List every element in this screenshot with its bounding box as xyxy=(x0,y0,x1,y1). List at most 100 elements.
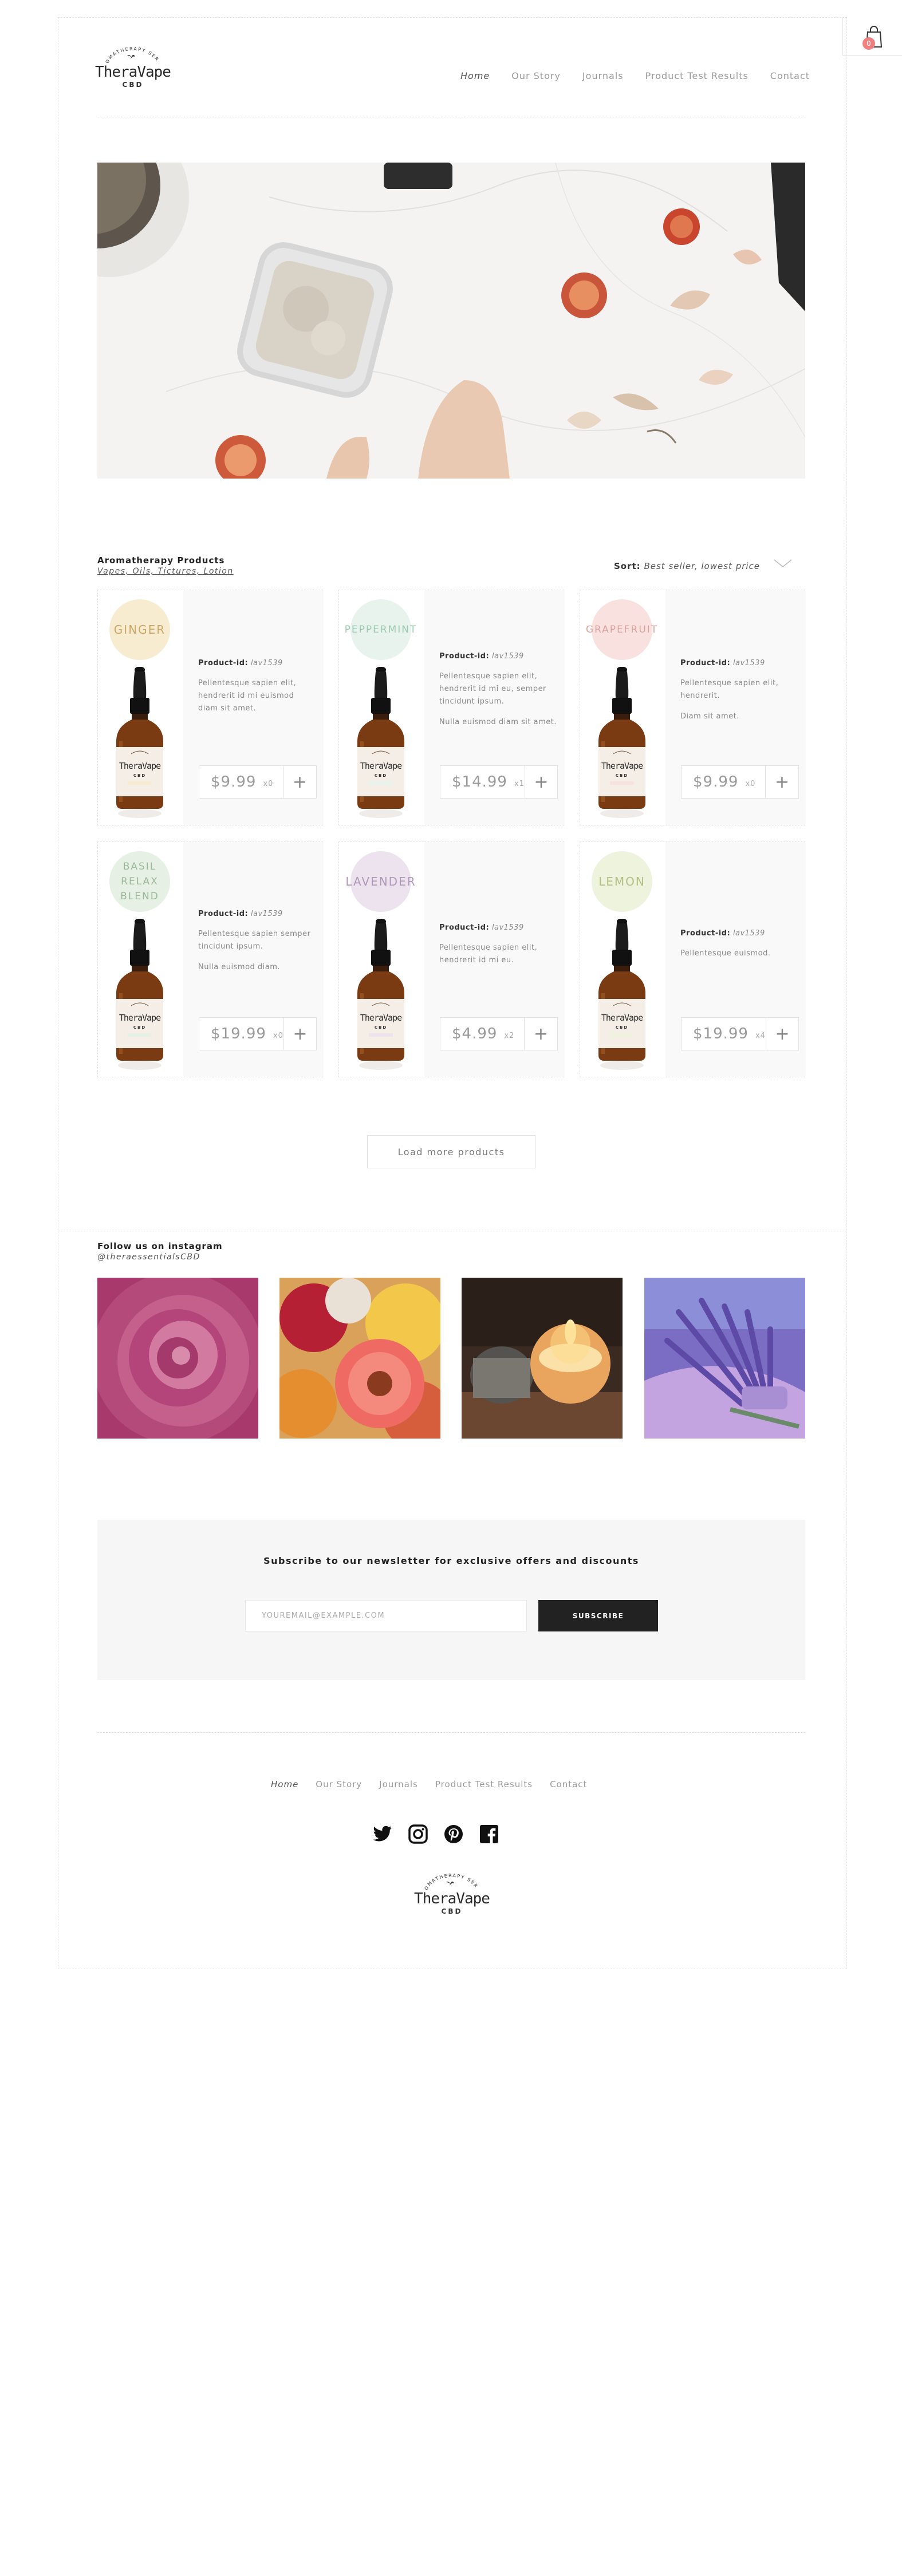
logo-brand: TheraVape xyxy=(95,64,171,81)
products-subtitle[interactable]: Vapes, Oils, Tictures, Lotion xyxy=(97,567,234,576)
product-price: $19.99 x0 xyxy=(199,1018,283,1050)
price-amount: $14.99 xyxy=(452,773,507,791)
product-price: $4.99 x2 xyxy=(440,1018,524,1050)
product-id: Product-id: lav1539 xyxy=(680,929,765,938)
sort-control[interactable]: Sort: Best seller, lowest price xyxy=(614,561,760,571)
svg-text:CBD: CBD xyxy=(375,773,387,778)
header-logo[interactable]: AROMATHERAPY SERIES TheraVape CBD xyxy=(93,44,173,89)
product-price: $9.99 x0 xyxy=(199,766,283,798)
price-amount: $19.99 xyxy=(211,1025,266,1042)
footer-nav-product-test-results[interactable]: Product Test Results xyxy=(435,1779,533,1789)
footer-nav-home[interactable]: Home xyxy=(271,1779,298,1789)
add-to-cart-button[interactable]: + xyxy=(524,766,557,798)
cart-quantity: x0 xyxy=(263,779,274,788)
product-description: Pellentesque sapien semper tincidunt ips… xyxy=(198,928,316,974)
product-id-label: Product-id: xyxy=(680,659,731,667)
product-id-value: lav1539 xyxy=(491,652,524,661)
load-more-button[interactable]: Load more products xyxy=(367,1135,535,1168)
product-name: GRAPEFRUIT xyxy=(585,624,659,635)
price-box: $19.99 x4 + xyxy=(681,1017,799,1050)
product-card[interactable]: BASIL RELAX BLEND TheraVape CBD Product-… xyxy=(97,841,324,1077)
add-to-cart-button[interactable]: + xyxy=(765,1018,798,1050)
cart-quantity: x4 xyxy=(755,1031,766,1040)
price-box: $14.99 x1 + xyxy=(440,765,558,799)
pinterest-icon[interactable] xyxy=(443,1824,464,1844)
product-description-line: Pellentesque sapien elit, hendrerit. xyxy=(680,679,779,700)
cart-count-badge: 0 xyxy=(862,37,875,50)
svg-text:CBD: CBD xyxy=(616,773,628,778)
newsletter-section: Subscribe to our newsletter for exclusiv… xyxy=(97,1520,805,1680)
newsletter-email-input[interactable] xyxy=(245,1600,527,1631)
cart-button[interactable]: 0 xyxy=(842,18,902,56)
product-card[interactable]: PEPPERMINT TheraVape CBD Product-id: lav… xyxy=(338,590,565,825)
product-description-extra: Nulla euismod diam sit amet. xyxy=(439,718,557,726)
dropper-bottle-image: TheraVape CBD xyxy=(357,919,404,1070)
nav-journals[interactable]: Journals xyxy=(582,70,624,81)
logo-arc: AROMATHERAPY SERIES xyxy=(99,44,160,64)
product-description: Pellentesque sapien elit, hendrerit id m… xyxy=(439,670,557,729)
price-box: $19.99 x0 + xyxy=(199,1017,317,1050)
svg-text:TheraVape: TheraVape xyxy=(601,761,643,771)
footer-logo[interactable]: AROMATHERAPY SERIES TheraVape CBD xyxy=(412,1871,492,1915)
product-id-label: Product-id: xyxy=(198,659,249,667)
instagram-icon[interactable] xyxy=(408,1824,428,1844)
chevron-down-icon[interactable] xyxy=(773,556,793,570)
product-card[interactable]: GINGER TheraVape CBD Product-id: lav1539… xyxy=(97,590,324,825)
product-id-value: lav1539 xyxy=(250,910,283,918)
footer-nav-our-story[interactable]: Our Story xyxy=(316,1779,362,1789)
cart-quantity: x2 xyxy=(504,1031,515,1040)
instagram-photo-rose[interactable] xyxy=(97,1278,258,1439)
product-description-extra: Nulla euismod diam. xyxy=(198,963,281,971)
facebook-icon[interactable] xyxy=(479,1824,499,1844)
product-name: BASIL RELAX BLEND xyxy=(120,861,159,902)
svg-text:TheraVape: TheraVape xyxy=(119,1013,161,1023)
social-links xyxy=(372,1824,499,1844)
twitter-icon[interactable] xyxy=(372,1824,393,1844)
nav-our-story[interactable]: Our Story xyxy=(511,70,561,81)
svg-text:CBD: CBD xyxy=(616,1025,628,1030)
product-id-value: lav1539 xyxy=(250,659,283,667)
footer-logo-brand: TheraVape xyxy=(414,1890,490,1907)
nav-contact[interactable]: Contact xyxy=(770,70,810,81)
products-title: Aromatherapy Products xyxy=(97,555,225,566)
instagram-photo-bouquet[interactable] xyxy=(279,1278,440,1439)
newsletter-title: Subscribe to our newsletter for exclusiv… xyxy=(263,1555,639,1566)
svg-text:CBD: CBD xyxy=(133,773,146,778)
nav-home[interactable]: Home xyxy=(460,70,490,81)
product-id: Product-id: lav1539 xyxy=(439,652,524,661)
product-card[interactable]: GRAPEFRUIT TheraVape CBD Product-id: lav… xyxy=(580,590,806,825)
product-card[interactable]: LAVENDER TheraVape CBD Product-id: lav15… xyxy=(338,841,565,1077)
nav-product-test-results[interactable]: Product Test Results xyxy=(645,70,749,81)
logo-sub: CBD xyxy=(122,81,144,89)
product-description-line: Pellentesque sapien semper tincidunt ips… xyxy=(198,930,311,951)
footer-nav-journals[interactable]: Journals xyxy=(379,1779,418,1789)
product-name-circle: LEMON xyxy=(592,851,652,912)
product-price: $14.99 x1 xyxy=(440,766,525,798)
subscribe-button[interactable]: SUBSCRIBE xyxy=(538,1600,658,1631)
dropper-bottle-image: TheraVape CBD xyxy=(598,667,645,818)
svg-text:AROMATHERAPY SERIES: AROMATHERAPY SERIES xyxy=(99,44,160,64)
product-card[interactable]: LEMON TheraVape CBD Product-id: lav1539 … xyxy=(580,841,806,1077)
price-box: $4.99 x2 + xyxy=(440,1017,558,1050)
instagram-photo-lavender[interactable] xyxy=(644,1278,805,1439)
svg-text:CBD: CBD xyxy=(375,1025,387,1030)
price-amount: $4.99 xyxy=(452,1025,498,1042)
add-to-cart-button[interactable]: + xyxy=(765,766,798,798)
product-id: Product-id: lav1539 xyxy=(439,923,524,932)
price-amount: $19.99 xyxy=(693,1025,749,1042)
product-description-line: Pellentesque euismod. xyxy=(680,949,771,958)
product-id: Product-id: lav1539 xyxy=(198,910,283,918)
svg-text:TheraVape: TheraVape xyxy=(119,761,161,771)
add-to-cart-button[interactable]: + xyxy=(524,1018,557,1050)
add-to-cart-button[interactable]: + xyxy=(283,766,316,798)
footer-nav-contact[interactable]: Contact xyxy=(550,1779,587,1789)
svg-text:AROMATHERAPY SERIES: AROMATHERAPY SERIES xyxy=(417,1871,479,1890)
product-name: PEPPERMINT xyxy=(344,624,417,635)
add-to-cart-button[interactable]: + xyxy=(283,1018,316,1050)
instagram-handle[interactable]: @theraessentialsCBD xyxy=(97,1253,200,1262)
instagram-photo-candle[interactable] xyxy=(462,1278,623,1439)
product-name: GINGER xyxy=(113,623,166,637)
product-id-value: lav1539 xyxy=(732,929,765,938)
product-name: LEMON xyxy=(598,875,645,888)
product-description: Pellentesque sapien elit, hendrerit. Dia… xyxy=(680,677,798,723)
